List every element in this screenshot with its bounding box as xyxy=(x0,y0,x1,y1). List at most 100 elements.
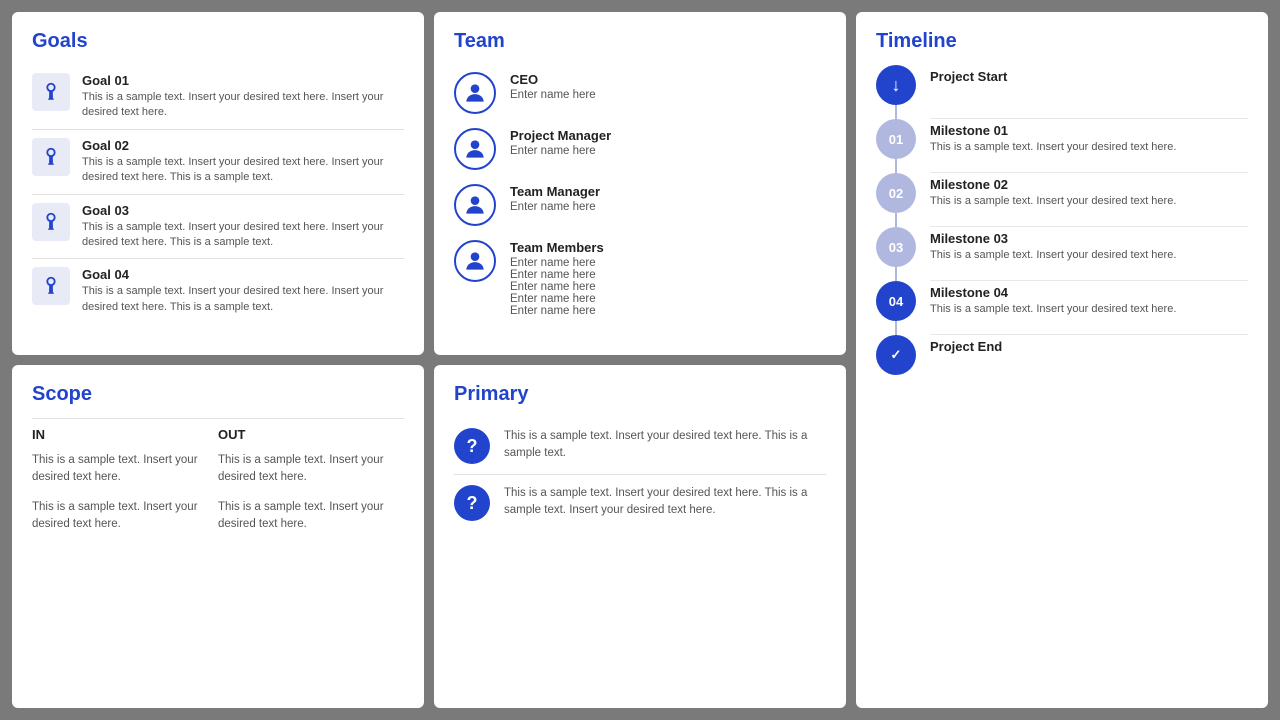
team-member-name: Enter name here xyxy=(510,293,604,305)
goal-item-3: Goal 03 This is a sample text. Insert yo… xyxy=(32,195,404,260)
team-avatar-2 xyxy=(454,128,496,170)
scope-in-col: IN This is a sample text. Insert your de… xyxy=(32,427,218,545)
scope-out-item-1: This is a sample text. Insert your desir… xyxy=(218,452,404,487)
timeline-content-5: Milestone 04 This is a sample text. Inse… xyxy=(930,281,1248,335)
team-member-name: Enter name here xyxy=(510,257,604,269)
team-role-2: Project Manager xyxy=(510,128,611,143)
goal-content-2: Goal 02 This is a sample text. Insert yo… xyxy=(82,138,404,186)
timeline-connector-3: 02 xyxy=(876,173,916,227)
team-member-name: Enter name here xyxy=(510,89,596,101)
team-list: CEO Enter name here Project Manager Ente… xyxy=(454,65,826,324)
timeline-title: Timeline xyxy=(876,30,1248,53)
goal-text-4: This is a sample text. Insert your desir… xyxy=(82,284,404,315)
timeline-label-3: Milestone 02 xyxy=(930,177,1248,192)
goal-text-1: This is a sample text. Insert your desir… xyxy=(82,90,404,121)
team-member-name: Enter name here xyxy=(510,269,604,281)
team-role-4: Team Members xyxy=(510,240,604,255)
timeline-circle-5: 04 xyxy=(876,281,916,321)
goal-title-1: Goal 01 xyxy=(82,73,404,88)
scope-out-title: OUT xyxy=(218,427,404,442)
goal-icon-1 xyxy=(32,73,70,111)
scope-in-item-2: This is a sample text. Insert your desir… xyxy=(32,499,218,534)
timeline-wrapper-5: 04 Milestone 04 This is a sample text. I… xyxy=(876,281,1248,335)
timeline-label-4: Milestone 03 xyxy=(930,231,1248,246)
team-member-name: Enter name here xyxy=(510,201,600,213)
timeline-content-1: Project Start xyxy=(930,65,1248,119)
goal-icon-3 xyxy=(32,203,70,241)
timeline-content-3: Milestone 02 This is a sample text. Inse… xyxy=(930,173,1248,227)
timeline-desc-2: This is a sample text. Insert your desir… xyxy=(930,140,1248,155)
goal-text-2: This is a sample text. Insert your desir… xyxy=(82,155,404,186)
timeline-wrapper-2: 01 Milestone 01 This is a sample text. I… xyxy=(876,119,1248,173)
goals-card: Goals Goal 01 This is a sample text. Ins… xyxy=(12,12,424,355)
goal-icon-4 xyxy=(32,267,70,305)
team-role-3: Team Manager xyxy=(510,184,600,199)
team-item-3: Team Manager Enter name here xyxy=(454,177,826,233)
timeline-line-2 xyxy=(895,159,897,173)
timeline-list: ↓ Project Start 01 Milestone 01 This is … xyxy=(876,65,1248,375)
timeline-circle-3: 02 xyxy=(876,173,916,213)
timeline-connector-6: ✓ xyxy=(876,335,916,375)
scope-in-title: IN xyxy=(32,427,218,442)
timeline-circle-1: ↓ xyxy=(876,65,916,105)
goal-title-4: Goal 04 xyxy=(82,267,404,282)
goal-title-2: Goal 02 xyxy=(82,138,404,153)
goals-title: Goals xyxy=(32,30,404,53)
scope-card: Scope IN This is a sample text. Insert y… xyxy=(12,365,424,708)
timeline-desc-3: This is a sample text. Insert your desir… xyxy=(930,194,1248,209)
timeline-label-6: Project End xyxy=(930,339,1248,354)
goal-item-2: Goal 02 This is a sample text. Insert yo… xyxy=(32,130,404,195)
team-item-1: CEO Enter name here xyxy=(454,65,826,121)
timeline-wrapper-1: ↓ Project Start xyxy=(876,65,1248,119)
team-info-1: CEO Enter name here xyxy=(510,72,596,101)
scope-out-items: This is a sample text. Insert your desir… xyxy=(218,452,404,533)
primary-item-2: ? This is a sample text. Insert your des… xyxy=(454,475,826,531)
scope-in-items: This is a sample text. Insert your desir… xyxy=(32,452,218,533)
timeline-connector-5: 04 xyxy=(876,281,916,335)
timeline-desc-4: This is a sample text. Insert your desir… xyxy=(930,248,1248,263)
scope-title: Scope xyxy=(32,383,404,406)
scope-out-item-2: This is a sample text. Insert your desir… xyxy=(218,499,404,534)
timeline-desc-5: This is a sample text. Insert your desir… xyxy=(930,302,1248,317)
primary-list: ? This is a sample text. Insert your des… xyxy=(454,418,826,531)
team-card: Team CEO Enter name here Project Manager… xyxy=(434,12,846,355)
timeline-wrapper-4: 03 Milestone 03 This is a sample text. I… xyxy=(876,227,1248,281)
timeline-content-2: Milestone 01 This is a sample text. Inse… xyxy=(930,119,1248,173)
goals-list: Goal 01 This is a sample text. Insert yo… xyxy=(32,65,404,323)
team-info-4: Team Members Enter name hereEnter name h… xyxy=(510,240,604,317)
primary-card: Primary ? This is a sample text. Insert … xyxy=(434,365,846,708)
team-item-4: Team Members Enter name hereEnter name h… xyxy=(454,233,826,324)
timeline-label-1: Project Start xyxy=(930,69,1248,84)
goal-item-4: Goal 04 This is a sample text. Insert yo… xyxy=(32,259,404,323)
team-info-3: Team Manager Enter name here xyxy=(510,184,600,213)
goal-item-1: Goal 01 This is a sample text. Insert yo… xyxy=(32,65,404,130)
timeline-circle-2: 01 xyxy=(876,119,916,159)
team-avatar-3 xyxy=(454,184,496,226)
team-info-2: Project Manager Enter name here xyxy=(510,128,611,157)
goal-content-1: Goal 01 This is a sample text. Insert yo… xyxy=(82,73,404,121)
primary-icon-1: ? xyxy=(454,428,490,464)
timeline-connector-1: ↓ xyxy=(876,65,916,119)
timeline-label-5: Milestone 04 xyxy=(930,285,1248,300)
goal-content-3: Goal 03 This is a sample text. Insert yo… xyxy=(82,203,404,251)
team-member-name: Enter name here xyxy=(510,145,611,157)
team-member-name: Enter name here xyxy=(510,305,604,317)
timeline-line-1 xyxy=(895,105,897,119)
scope-out-col: OUT This is a sample text. Insert your d… xyxy=(218,427,404,545)
goal-content-4: Goal 04 This is a sample text. Insert yo… xyxy=(82,267,404,315)
scope-in-item-1: This is a sample text. Insert your desir… xyxy=(32,452,218,487)
timeline-line-3 xyxy=(895,213,897,227)
timeline-connector-2: 01 xyxy=(876,119,916,173)
team-member-name: Enter name here xyxy=(510,281,604,293)
timeline-label-2: Milestone 01 xyxy=(930,123,1248,138)
team-avatar-1 xyxy=(454,72,496,114)
timeline-connector-4: 03 xyxy=(876,227,916,281)
team-item-2: Project Manager Enter name here xyxy=(454,121,826,177)
timeline-card: Timeline ↓ Project Start 01 Milestone 01… xyxy=(856,12,1268,708)
team-role-1: CEO xyxy=(510,72,596,87)
primary-title: Primary xyxy=(454,383,826,406)
timeline-wrapper-6: ✓ Project End xyxy=(876,335,1248,375)
primary-text-1: This is a sample text. Insert your desir… xyxy=(504,428,826,463)
goal-text-3: This is a sample text. Insert your desir… xyxy=(82,220,404,251)
goal-title-3: Goal 03 xyxy=(82,203,404,218)
